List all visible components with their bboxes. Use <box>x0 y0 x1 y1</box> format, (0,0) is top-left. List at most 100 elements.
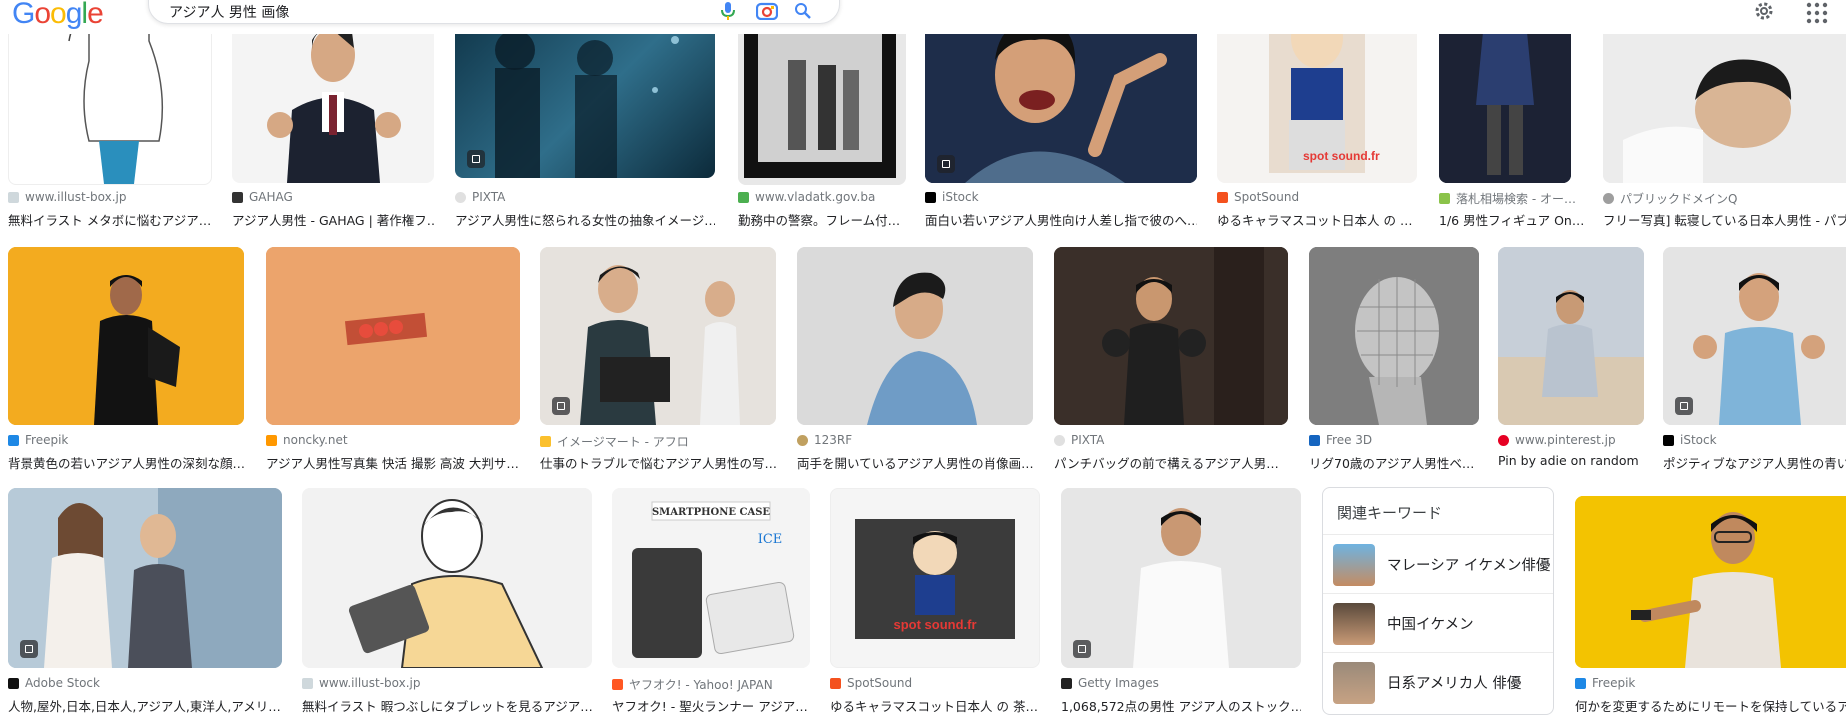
image-result[interactable]: iStock ポジティブなアジア人男性の青い <box>1663 247 1846 472</box>
result-title[interactable]: 背景黄色の若いアジア人男性の深刻な顔… <box>8 453 244 472</box>
image-result[interactable]: spot sound.fr SpotSound ゆるキャラマスコット日本人 の … <box>830 488 1040 725</box>
image-result[interactable]: Adobe Stock 人物,屋外,日本,日本人,アジア人,東洋人,アメリ… <box>8 488 282 725</box>
result-title[interactable]: Pin by adie on random |… <box>1498 453 1644 468</box>
image-result[interactable]: Free 3D リグ70歳のアジア人男性ベ… <box>1309 247 1479 472</box>
image-result[interactable]: イメージマート - アフロ 仕事のトラブルで悩むアジア人男性の写… <box>540 247 776 472</box>
image-result[interactable]: 落札相場検索 - オー… 1/6 男性フィギュア On… <box>1439 0 1603 230</box>
gear-icon[interactable] <box>1752 0 1776 23</box>
image-result[interactable]: パブリックドメインQ フリー写真] 転寝している日本人男性 - パブリ <box>1603 0 1846 230</box>
result-title[interactable]: フリー写真] 転寝している日本人男性 - パブリ <box>1603 210 1846 229</box>
result-title[interactable]: 無料イラスト 暇つぶしにタブレットを見るアジア… <box>302 696 592 715</box>
result-thumbnail[interactable] <box>8 488 282 668</box>
result-title[interactable]: アジア人男性に怒られる女性の抽象イメージ… <box>455 210 715 229</box>
search-box[interactable]: アジア人 男性 画像 <box>148 0 840 24</box>
image-result[interactable]: Freepik 背景黄色の若いアジア人男性の深刻な顔… <box>8 247 244 472</box>
result-source[interactable]: SpotSound <box>830 676 1040 690</box>
image-result[interactable]: iStock 面白い若いアジア人男性向け人差し指で彼のへ… <box>925 0 1197 230</box>
result-source[interactable]: ヤフオク! - Yahoo! JAPAN <box>612 676 810 693</box>
result-title[interactable]: ポジティブなアジア人男性の青い <box>1663 453 1846 472</box>
spot-sound-logo: spot sound.fr <box>1303 149 1380 163</box>
related-keyword-label[interactable]: 中国イケメン <box>1387 613 1474 634</box>
result-thumbnail[interactable] <box>797 247 1033 425</box>
result-source[interactable]: イメージマート - アフロ <box>540 433 776 450</box>
image-result[interactable]: PIXTA アジア人男性に怒られる女性の抽象イメージ… <box>455 0 715 230</box>
related-keyword-label[interactable]: 日系アメリカ人 俳優 <box>1387 672 1521 693</box>
search-icon[interactable] <box>793 2 815 20</box>
search-input[interactable]: アジア人 男性 画像 <box>169 2 289 22</box>
related-keyword-item[interactable]: 日系アメリカ人 俳優 <box>1323 652 1553 711</box>
3d-head-model-image <box>1309 247 1479 425</box>
result-thumbnail[interactable]: spot sound.fr <box>830 488 1040 668</box>
result-title[interactable]: 面白い若いアジア人男性向け人差し指で彼のへ… <box>925 210 1197 229</box>
result-thumbnail[interactable] <box>1498 247 1644 425</box>
result-source[interactable]: GAHAG <box>232 190 434 204</box>
apps-icon[interactable] <box>1805 1 1829 25</box>
image-result[interactable]: Getty Images 1,068,572点の男性 アジア人のストック… <box>1061 488 1301 725</box>
result-source[interactable]: Freepik <box>1575 676 1846 690</box>
image-result[interactable]: www.pinterest.jp Pin by adie on random |… <box>1498 247 1644 472</box>
result-title[interactable]: 仕事のトラブルで悩むアジア人男性の写… <box>540 453 776 472</box>
image-result[interactable]: 123RF 両手を開いているアジア人男性の肖像画… <box>797 247 1033 472</box>
result-title[interactable]: 1,068,572点の男性 アジア人のストック… <box>1061 696 1301 715</box>
result-source[interactable]: Getty Images <box>1061 676 1301 690</box>
mic-icon[interactable] <box>717 2 739 20</box>
result-title[interactable]: 勤務中の警察。フレーム付… <box>738 210 906 229</box>
image-result[interactable]: www.illust-box.jp 無料イラスト 暇つぶしにタブレットを見るアジ… <box>302 488 592 725</box>
man-with-tablet-illustration <box>302 488 592 668</box>
result-title[interactable]: ゆるキャラマスコット日本人 の 茶… <box>830 696 1040 715</box>
image-result[interactable]: SMARTPHONE CASE ICE ヤフオク! - Yahoo! JAPAN… <box>612 488 810 725</box>
result-source[interactable]: 123RF <box>797 433 1033 447</box>
result-source[interactable]: PIXTA <box>1054 433 1288 447</box>
related-keyword-item[interactable]: 中国イケメン <box>1323 593 1553 652</box>
result-thumbnail[interactable] <box>1061 488 1301 668</box>
image-result[interactable]: PIXTA パンチバッグの前で構えるアジア人男… <box>1054 247 1288 472</box>
result-title[interactable]: 何かを変更するためにリモートを保持しているア <box>1575 696 1846 715</box>
result-title[interactable]: アジア人男性 - GAHAG | 著作権フ… <box>232 210 434 229</box>
result-source[interactable]: noncky.net <box>266 433 520 447</box>
result-title[interactable]: ヤフオク! - 聖火ランナー アジア… <box>612 696 810 715</box>
result-thumbnail[interactable] <box>1054 247 1288 425</box>
result-title[interactable]: 1/6 男性フィギュア On… <box>1439 210 1603 229</box>
related-thumbnail <box>1333 662 1375 704</box>
google-logo[interactable]: Google <box>12 0 104 34</box>
result-thumbnail[interactable] <box>1309 247 1479 425</box>
result-source[interactable]: www.illust-box.jp <box>302 676 592 690</box>
result-source[interactable]: www.pinterest.jp <box>1498 433 1644 447</box>
result-title[interactable]: パンチバッグの前で構えるアジア人男… <box>1054 453 1288 472</box>
result-title[interactable]: 無料イラスト メタボに悩むアジア… <box>8 210 210 229</box>
result-source[interactable]: パブリックドメインQ <box>1603 190 1846 207</box>
result-title[interactable]: リグ70歳のアジア人男性ベ… <box>1309 453 1479 472</box>
result-thumbnail[interactable] <box>266 247 520 425</box>
result-source[interactable]: 落札相場検索 - オー… <box>1439 190 1603 207</box>
image-result[interactable]: Freepik 何かを変更するためにリモートを保持しているア <box>1575 488 1846 725</box>
result-source[interactable]: www.vladatk.gov.ba <box>738 190 906 204</box>
result-source[interactable]: iStock <box>1663 433 1846 447</box>
result-source[interactable]: Free 3D <box>1309 433 1479 447</box>
camera-icon[interactable] <box>755 2 779 21</box>
result-source[interactable]: SpotSound <box>1217 190 1417 204</box>
result-source[interactable]: Freepik <box>8 433 244 447</box>
result-title[interactable]: 人物,屋外,日本,日本人,アジア人,東洋人,アメリ… <box>8 696 282 715</box>
image-result[interactable]: www.illust-box.jp 無料イラスト メタボに悩むアジア… <box>8 0 212 230</box>
result-source[interactable]: Adobe Stock <box>8 676 282 690</box>
image-result[interactable]: spot sound.fr SpotSound ゆるキャラマスコット日本人 の … <box>1217 0 1417 230</box>
result-source[interactable]: PIXTA <box>455 190 715 204</box>
result-source[interactable]: www.illust-box.jp <box>8 190 210 204</box>
result-thumbnail[interactable] <box>1575 496 1846 668</box>
image-result[interactable]: noncky.net アジア人男性写真集 快活 撮影 高波 大判サ… <box>266 247 520 472</box>
image-result[interactable]: GAHAG アジア人男性 - GAHAG | 著作権フ… <box>232 0 434 230</box>
image-result[interactable]: www.vladatk.gov.ba 勤務中の警察。フレーム付… <box>738 0 906 230</box>
related-keyword-item[interactable]: マレーシア イケメン俳優 <box>1323 534 1553 593</box>
result-thumbnail[interactable] <box>1663 247 1846 425</box>
result-title[interactable]: 両手を開いているアジア人男性の肖像画… <box>797 453 1033 472</box>
related-keyword-label[interactable]: マレーシア イケメン俳優 <box>1387 554 1550 575</box>
result-thumbnail[interactable] <box>8 247 244 425</box>
result-source[interactable]: iStock <box>925 190 1197 204</box>
result-title[interactable]: アジア人男性写真集 快活 撮影 高波 大判サ… <box>266 453 520 472</box>
result-thumbnail[interactable] <box>302 488 592 668</box>
boxer-photo <box>1054 247 1288 425</box>
result-thumbnail[interactable]: SMARTPHONE CASE ICE <box>612 488 810 668</box>
result-title[interactable]: ゆるキャラマスコット日本人 の … <box>1217 210 1417 229</box>
image-icon <box>467 150 485 168</box>
result-thumbnail[interactable] <box>540 247 776 425</box>
